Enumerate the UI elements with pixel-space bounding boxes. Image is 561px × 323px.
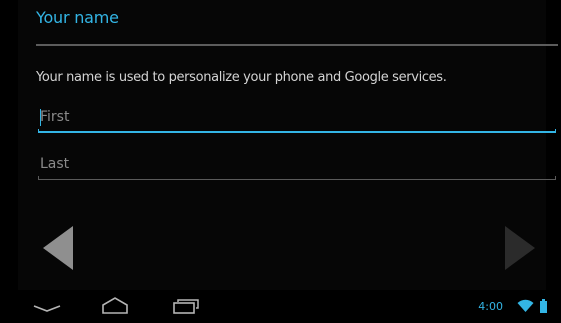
battery-icon	[540, 299, 547, 313]
home-icon[interactable]	[98, 294, 132, 318]
last-name-underline	[38, 176, 556, 180]
arrow-left-icon[interactable]	[43, 226, 73, 270]
clock: 4:00	[478, 299, 503, 313]
system-navigation-bar: 4:00	[0, 290, 561, 323]
back-icon[interactable]	[30, 294, 64, 318]
recent-apps-icon[interactable]	[170, 294, 204, 318]
first-name-field[interactable]	[38, 103, 556, 133]
wifi-icon	[517, 299, 534, 313]
first-name-input[interactable]	[38, 103, 556, 131]
setup-screen: Your name Your name is used to personali…	[18, 0, 558, 290]
text-cursor	[40, 109, 41, 126]
status-area: 4:00	[478, 299, 547, 313]
first-name-underline	[38, 129, 556, 133]
last-name-input[interactable]	[38, 150, 556, 178]
title-divider	[36, 44, 558, 46]
last-name-field[interactable]	[38, 150, 556, 180]
description-text: Your name is used to personalize your ph…	[36, 70, 447, 85]
page-title: Your name	[36, 8, 119, 27]
arrow-right-icon[interactable]	[505, 226, 535, 270]
